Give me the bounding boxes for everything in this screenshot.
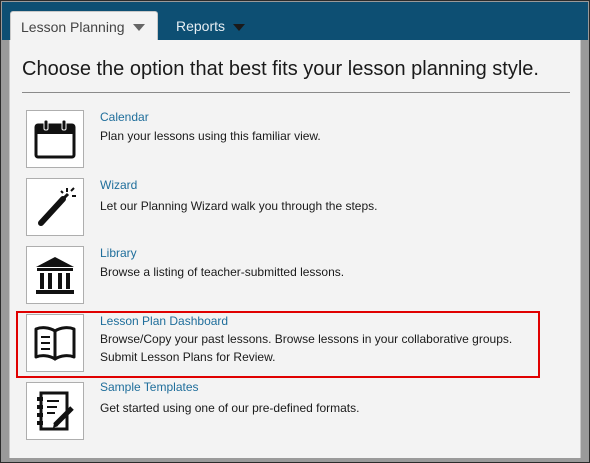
chevron-down-icon[interactable] bbox=[233, 23, 246, 31]
open-book-icon bbox=[34, 326, 76, 361]
calendar-link[interactable]: Calendar bbox=[100, 110, 149, 124]
library-icon-button[interactable] bbox=[26, 246, 84, 304]
window-frame: Lesson Planning Reports Choose the optio… bbox=[0, 0, 590, 463]
chevron-down-icon[interactable] bbox=[132, 24, 145, 31]
dashboard-icon-button[interactable] bbox=[26, 314, 84, 372]
calendar-description: Plan your lessons using this familiar vi… bbox=[100, 129, 321, 143]
library-icon bbox=[36, 257, 74, 294]
calendar-icon-button[interactable] bbox=[26, 110, 84, 168]
divider bbox=[22, 92, 570, 93]
lesson-plan-dashboard-link[interactable]: Lesson Plan Dashboard bbox=[100, 314, 228, 328]
tab-bar: Lesson Planning Reports bbox=[2, 2, 588, 41]
dashboard-description-line1: Browse/Copy your past lessons. Browse le… bbox=[100, 332, 513, 346]
wizard-icon-button[interactable] bbox=[26, 178, 84, 236]
library-description: Browse a listing of teacher-submitted le… bbox=[100, 265, 345, 279]
tab-label: Lesson Planning bbox=[21, 18, 125, 35]
magic-wand-icon bbox=[38, 187, 76, 226]
library-link[interactable]: Library bbox=[100, 246, 137, 260]
calendar-icon bbox=[34, 119, 76, 159]
template-document-icon bbox=[37, 391, 74, 431]
tab-lesson-planning[interactable]: Lesson Planning bbox=[10, 11, 158, 41]
templates-description: Get started using one of our pre-defined… bbox=[100, 401, 360, 415]
sample-templates-link[interactable]: Sample Templates bbox=[100, 380, 199, 394]
dashboard-description-line2: Submit Lesson Plans for Review. bbox=[100, 350, 276, 364]
lesson-planning-panel: Choose the option that best fits your le… bbox=[9, 40, 581, 458]
templates-icon-button[interactable] bbox=[26, 382, 84, 440]
wizard-description: Let our Planning Wizard walk you through… bbox=[100, 199, 378, 213]
wizard-link[interactable]: Wizard bbox=[100, 178, 137, 192]
tab-label: Reports bbox=[176, 18, 226, 34]
tab-reports[interactable]: Reports bbox=[162, 11, 262, 41]
page-title: Choose the option that best fits your le… bbox=[22, 58, 539, 80]
